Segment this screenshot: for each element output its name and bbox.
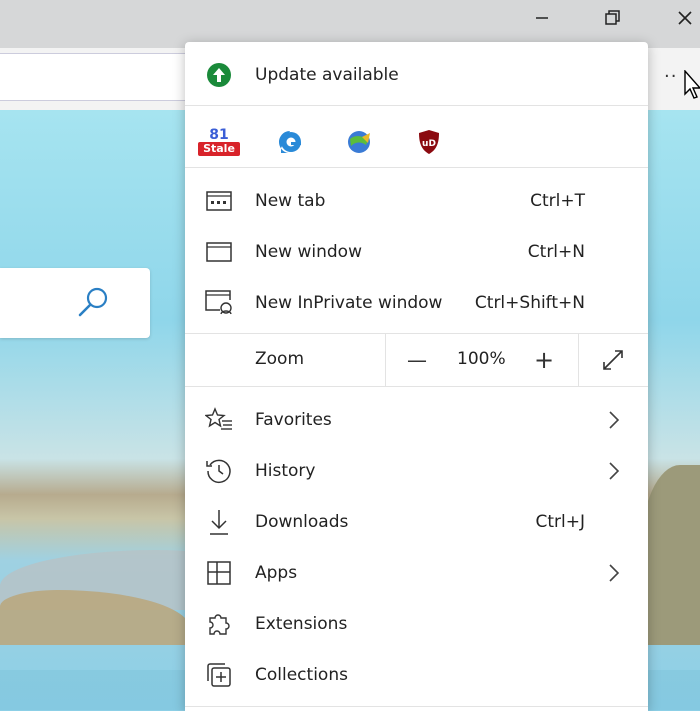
menu-item-new-tab[interactable]: New tab Ctrl+T (185, 177, 648, 225)
address-bar[interactable] (0, 53, 200, 101)
chevron-right-icon (609, 564, 620, 582)
edge-extension-button[interactable] (268, 120, 312, 164)
background-hill-right (640, 465, 700, 645)
extensions-label: Extensions (255, 614, 348, 634)
stale-extension-count: 81 (209, 127, 229, 143)
downloads-shortcut: Ctrl+J (535, 512, 585, 532)
settings-menu: Update available 81 Stale uD New tab Ctr… (185, 42, 648, 711)
apps-label: Apps (255, 563, 298, 583)
menu-divider (185, 167, 648, 168)
menu-item-downloads[interactable]: Downloads Ctrl+J (185, 498, 648, 546)
collections-icon (205, 661, 233, 689)
puzzle-piece-icon (205, 610, 233, 638)
mouse-cursor-icon (684, 70, 700, 99)
zoom-out-button[interactable]: — (397, 340, 437, 380)
favorites-icon (205, 406, 233, 434)
menu-item-extensions[interactable]: Extensions (185, 600, 648, 648)
zoom-divider (385, 334, 386, 386)
new-inprivate-window-label: New InPrivate window (255, 293, 443, 313)
downloads-icon (205, 508, 233, 536)
stale-extension-icon: 81 Stale (198, 128, 240, 156)
menu-divider (185, 105, 648, 106)
full-screen-icon (603, 350, 623, 370)
menu-divider (185, 706, 648, 707)
zoom-in-button[interactable]: + (524, 340, 564, 380)
stale-extension-button[interactable]: 81 Stale (197, 120, 241, 164)
new-inprivate-window-shortcut: Ctrl+Shift+N (474, 293, 585, 313)
favorites-label: Favorites (255, 410, 332, 430)
menu-item-favorites[interactable]: Favorites (185, 396, 648, 444)
downloads-label: Downloads (255, 512, 349, 532)
menu-item-collections[interactable]: Collections (185, 651, 648, 699)
restore-button[interactable] (590, 0, 636, 36)
new-tab-icon (205, 187, 233, 215)
inprivate-window-icon (205, 289, 233, 317)
settings-more-button[interactable]: ·· (664, 66, 677, 87)
ublock-extension-text: uD (422, 139, 436, 149)
new-tab-label: New tab (255, 191, 326, 211)
restore-icon (605, 10, 620, 25)
zoom-level-value: 100% (457, 349, 506, 369)
menu-item-new-window[interactable]: New window Ctrl+N (185, 228, 648, 276)
zoom-row: Zoom — 100% + (185, 334, 648, 386)
new-window-label: New window (255, 242, 362, 262)
ublock-extension-button[interactable]: uD (407, 120, 451, 164)
update-available-label: Update available (255, 65, 399, 85)
menu-divider (185, 386, 648, 387)
new-window-shortcut: Ctrl+N (527, 242, 585, 262)
collections-label: Collections (255, 665, 348, 685)
stale-extension-badge: Stale (198, 142, 240, 156)
menu-item-apps[interactable]: Apps (185, 549, 648, 597)
idm-extension-icon (348, 131, 370, 153)
close-button[interactable] (662, 0, 700, 36)
minimize-icon (536, 17, 548, 19)
menu-item-history[interactable]: History (185, 447, 648, 495)
zoom-label: Zoom (255, 349, 305, 369)
history-icon (205, 457, 233, 485)
new-window-icon (205, 238, 233, 266)
zoom-divider (578, 334, 579, 386)
ublock-extension-icon: uD (419, 130, 439, 154)
chevron-right-icon (609, 411, 620, 429)
update-arrow-icon (205, 61, 233, 89)
history-label: History (255, 461, 316, 481)
chevron-right-icon (609, 462, 620, 480)
new-tab-shortcut: Ctrl+T (530, 191, 585, 211)
idm-extension-button[interactable] (337, 120, 381, 164)
update-available-item[interactable]: Update available (185, 50, 648, 100)
search-box[interactable] (0, 268, 150, 338)
minimize-button[interactable] (519, 0, 565, 36)
edge-extension-icon (279, 131, 301, 153)
close-icon (678, 11, 692, 25)
apps-icon (205, 559, 233, 587)
search-icon[interactable] (76, 284, 112, 320)
full-screen-button[interactable] (593, 340, 633, 380)
menu-item-new-inprivate-window[interactable]: New InPrivate window Ctrl+Shift+N (185, 279, 648, 327)
